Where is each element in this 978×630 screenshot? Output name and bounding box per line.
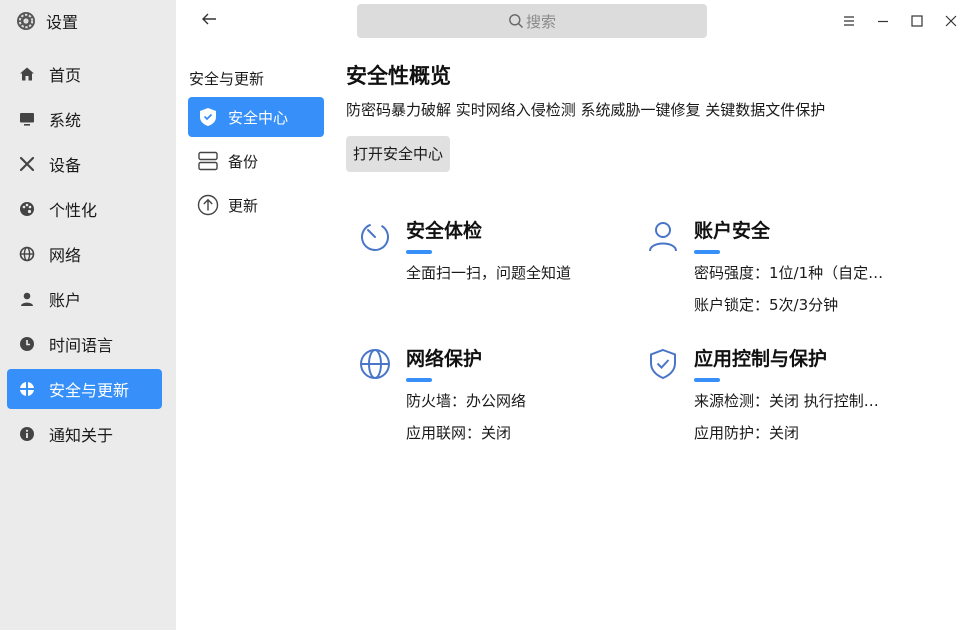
main-content: 安全性概览 防密码暴力破解 实时网络入侵检测 系统威胁一键修复 关键数据文件保护… (346, 60, 966, 172)
security-cards: 安全体检 全面扫一扫，问题全知道 账户安全 密码强度：1位/1种（自定… 账户锁… (359, 216, 959, 456)
card-line: 密码强度：1位/1种（自定… (694, 264, 884, 282)
app-title-text: 设置 (46, 13, 79, 32)
tools-icon (18, 155, 36, 173)
maximize-icon (911, 12, 923, 31)
subnav-title: 安全与更新 (189, 70, 265, 88)
page-title: 安全性概览 (346, 64, 451, 88)
back-button[interactable] (198, 10, 220, 32)
sidebar-item-network[interactable]: 网络 (7, 234, 162, 274)
backup-icon (196, 149, 220, 173)
subnav-item-label: 备份 (228, 152, 259, 171)
sidebar-item-account[interactable]: 账户 (7, 279, 162, 319)
subnav-item-label: 更新 (228, 196, 259, 215)
card-line: 防火墙：办公网络 (406, 392, 527, 410)
search-input[interactable]: 搜索 (357, 4, 707, 38)
search-placeholder: 搜索 (525, 12, 556, 31)
maximize-button[interactable] (900, 8, 934, 34)
card-underline (694, 378, 720, 382)
card-title: 账户安全 (694, 220, 771, 242)
account-icon (647, 220, 679, 252)
sidebar: 设置 首页 系统 设备 个性化 网络 账户 时间语言 安全与更新 通知关于 (0, 0, 176, 630)
sidebar-item-label: 时间语言 (49, 336, 114, 355)
subnav-item-label: 安全中心 (228, 108, 289, 127)
page-description: 防密码暴力破解 实时网络入侵检测 系统威胁一键修复 关键数据文件保护 (346, 101, 826, 119)
globe-icon (18, 245, 36, 263)
subnav-list: 安全中心 备份 更新 (188, 97, 324, 229)
palette-icon (18, 200, 36, 218)
info-icon (18, 425, 36, 443)
arrow-left-icon (201, 11, 217, 31)
sidebar-item-label: 安全与更新 (49, 381, 130, 400)
monitor-icon (18, 110, 36, 128)
sidebar-item-label: 系统 (49, 111, 82, 130)
subnav: 安全与更新 安全中心 备份 更新 (176, 0, 336, 630)
sidebar-item-label: 账户 (49, 291, 82, 310)
card-line: 来源检测：关闭 执行控制… (694, 392, 879, 410)
sidebar-item-time-language[interactable]: 时间语言 (7, 324, 162, 364)
card-title: 应用控制与保护 (694, 348, 828, 370)
sidebar-item-label: 网络 (49, 246, 82, 265)
menu-icon (843, 12, 855, 31)
sidebar-item-notification-about[interactable]: 通知关于 (7, 414, 162, 454)
menu-button[interactable] (832, 8, 866, 34)
card-title: 网络保护 (406, 348, 483, 370)
search-icon (508, 13, 524, 29)
network-globe-icon (359, 348, 391, 380)
subnav-item-backup[interactable]: 备份 (188, 141, 324, 181)
subnav-item-security-center[interactable]: 安全中心 (188, 97, 324, 137)
shield-icon (18, 380, 36, 398)
card-line: 应用联网：关闭 (406, 424, 512, 442)
sidebar-item-home[interactable]: 首页 (7, 54, 162, 94)
sidebar-item-personalization[interactable]: 个性化 (7, 189, 162, 229)
subnav-item-update[interactable]: 更新 (188, 185, 324, 225)
sidebar-item-devices[interactable]: 设备 (7, 144, 162, 184)
card-underline (406, 378, 432, 382)
close-button[interactable] (934, 8, 968, 34)
minimize-button[interactable] (866, 8, 900, 34)
card-line: 账户锁定：5次/3分钟 (694, 296, 839, 314)
shield-check-icon (196, 105, 220, 129)
update-icon (196, 193, 220, 217)
card-underline (694, 250, 720, 254)
home-icon (18, 65, 36, 83)
gear-icon (16, 11, 36, 31)
app-shield-icon (647, 348, 679, 380)
window-controls (832, 8, 968, 34)
scan-icon (359, 220, 391, 252)
card-line: 应用防护：关闭 (694, 424, 800, 442)
card-line: 全面扫一扫，问题全知道 (406, 264, 572, 282)
card-title: 安全体检 (406, 220, 483, 242)
sidebar-item-label: 通知关于 (49, 426, 114, 445)
sidebar-item-label: 首页 (49, 66, 82, 85)
sidebar-nav: 首页 系统 设备 个性化 网络 账户 时间语言 安全与更新 通知关于 (7, 54, 162, 459)
sidebar-item-label: 设备 (49, 156, 82, 175)
sidebar-item-security-update[interactable]: 安全与更新 (7, 369, 162, 409)
sidebar-item-system[interactable]: 系统 (7, 99, 162, 139)
app-title: 设置 (16, 8, 78, 34)
card-underline (406, 250, 432, 254)
minimize-icon (877, 12, 889, 31)
sidebar-item-label: 个性化 (49, 201, 98, 220)
open-security-center-button[interactable]: 打开安全中心 (346, 136, 451, 172)
user-icon (18, 290, 36, 308)
close-icon (945, 12, 957, 31)
clock-icon (18, 335, 36, 353)
